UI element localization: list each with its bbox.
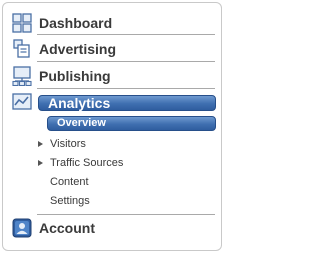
divider [37, 34, 215, 35]
account-icon [12, 218, 32, 238]
divider [37, 214, 215, 215]
submenu-item-overview[interactable]: Overview [47, 116, 216, 131]
publishing-icon [12, 66, 32, 86]
menu-item-label: Account [39, 220, 95, 236]
navigation-panel: Dashboard Advertising Publishing Analyti… [2, 2, 222, 251]
submenu-item-label: Traffic Sources [50, 157, 124, 169]
menu-item-account[interactable]: Account [3, 218, 221, 244]
advertising-icon [13, 39, 30, 58]
menu-item-label: Publishing [39, 68, 111, 84]
menu-item-dashboard[interactable]: Dashboard [3, 13, 221, 39]
menu-item-analytics[interactable]: Analytics [3, 92, 221, 118]
expand-arrow-icon[interactable] [38, 141, 43, 147]
active-menu-highlight: Analytics [38, 95, 216, 111]
analytics-icon [12, 93, 32, 110]
dashboard-icon [12, 13, 32, 33]
divider [37, 61, 215, 62]
divider [37, 88, 215, 89]
submenu-item-label: Overview [57, 117, 106, 129]
submenu-item-label: Visitors [50, 138, 86, 150]
submenu-item-label: Settings [50, 195, 90, 207]
menu-item-label: Dashboard [39, 15, 113, 31]
menu-item-label: Analytics [48, 95, 111, 111]
menu-item-label: Advertising [39, 41, 117, 57]
submenu-item-label: Content [50, 176, 89, 188]
expand-arrow-icon[interactable] [38, 160, 43, 166]
